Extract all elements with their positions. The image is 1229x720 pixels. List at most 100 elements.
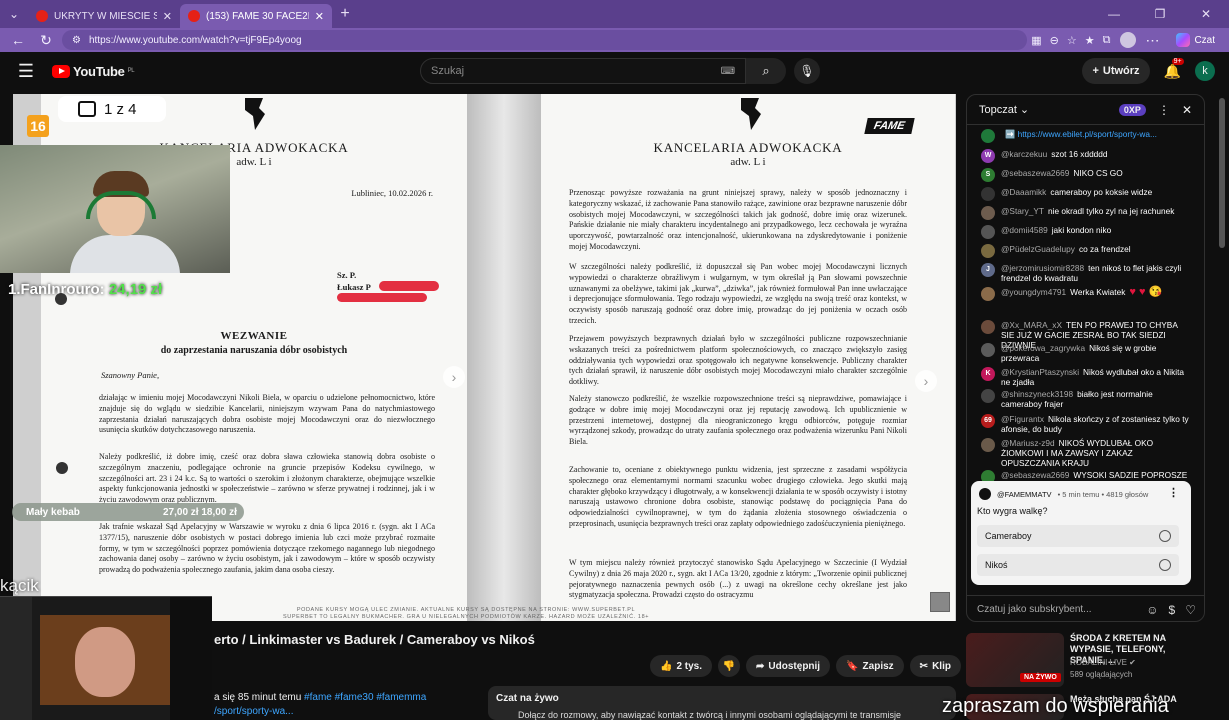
chat-author[interactable]: @Xx_MARA_xX — [1001, 320, 1062, 330]
chat-author[interactable]: @domii4589 — [1001, 225, 1048, 235]
chevron-right-icon[interactable]: › — [915, 370, 937, 392]
chat-avatar[interactable]: S — [981, 168, 995, 182]
voice-search-button[interactable]: 🎙 — [794, 58, 820, 84]
chat-message[interactable]: @shinszyneck3198 białko jest normalnie ca… — [981, 389, 1191, 409]
super-chat-icon[interactable]: $ — [1169, 603, 1176, 617]
url-field[interactable]: ⚙ https://www.youtube.com/watch?v=tjF9Ep… — [62, 30, 1028, 50]
chat-author[interactable]: @KrystianPtaszynski — [1001, 367, 1079, 377]
poll-option[interactable]: Nikoś — [977, 554, 1179, 576]
search-input[interactable]: Szukaj ⌨ — [420, 58, 746, 84]
zoom-icon[interactable]: ⊖ — [1050, 34, 1059, 47]
page-scrollbar[interactable] — [1217, 94, 1227, 720]
notifications-button[interactable]: 🔔 9+ — [1164, 57, 1184, 80]
chat-avatar[interactable] — [981, 287, 995, 301]
chat-avatar[interactable]: W — [981, 149, 995, 163]
favorite-icon[interactable]: ☆ — [1067, 34, 1077, 47]
more-vert-icon[interactable]: ⋮ — [1158, 103, 1170, 117]
browser-tab[interactable]: UKRYTY W MIEŚCIE SZYB - YouTu ✕ — [28, 4, 180, 28]
site-info-icon[interactable]: ⚙ — [72, 35, 81, 46]
video-description[interactable]: a się 85 minut temu #fame #fame30 #famem… — [214, 692, 426, 703]
chat-message[interactable]: @Daaamikk cameraboy po koksie widze — [981, 187, 1191, 201]
poll-option[interactable]: Cameraboy — [977, 525, 1179, 547]
scrollbar-thumb[interactable] — [1219, 98, 1225, 248]
live-chat-promo[interactable]: Czat na żywo Dołącz do rozmowy, aby nawi… — [488, 686, 956, 720]
chat-message[interactable]: W @karczekuu szot 16 xddddd — [981, 149, 1191, 163]
chat-avatar[interactable] — [981, 320, 995, 334]
chat-author[interactable]: @youngdym4791 — [1001, 287, 1066, 297]
close-window-icon[interactable]: ✕ — [1183, 7, 1229, 21]
chat-avatar[interactable] — [981, 129, 995, 143]
chat-author[interactable]: @Figurantx — [1001, 414, 1044, 424]
minimize-icon[interactable]: — — [1091, 7, 1137, 21]
keyboard-icon[interactable]: ⌨ — [721, 66, 735, 77]
save-button[interactable]: 🔖 Zapisz — [836, 655, 904, 677]
new-tab-button[interactable]: + — [332, 5, 358, 23]
chat-avatar[interactable] — [981, 343, 995, 357]
apps-icon[interactable]: ▦ — [1031, 34, 1041, 47]
chat-message[interactable]: @youngdym4791 Werka Kwiatek ♥ ♥ 😘 — [981, 287, 1191, 301]
xp-badge[interactable]: 0XP — [1118, 103, 1146, 116]
chat-message[interactable]: J @jerzomirusiomir8288 ten nikoś to flet j… — [981, 263, 1191, 283]
chat-author[interactable]: @pokerowa_zagrywka — [1001, 343, 1085, 353]
chat-avatar[interactable] — [981, 206, 995, 220]
description-link[interactable]: /sport/sporty-wa... — [214, 706, 293, 717]
share-button[interactable]: ➦ Udostępnij — [746, 655, 831, 677]
chevron-right-icon[interactable]: › — [443, 366, 465, 388]
chat-message[interactable]: @pokerowa_zagrywka Nikoś się w grobie prz… — [981, 343, 1191, 363]
chat-author[interactable]: @Daaamikk — [1001, 187, 1046, 197]
like-button[interactable]: 👍 2 tys. — [650, 655, 713, 677]
chat-message[interactable]: ➡️ https://www.ebilet.pl/sport/sporty-wa… — [981, 129, 1191, 143]
chat-avatar[interactable]: 69 — [981, 414, 995, 428]
more-icon[interactable]: ⋯ — [1140, 28, 1164, 52]
chat-link[interactable]: ➡️ https://www.ebilet.pl/sport/sporty-wa… — [1005, 129, 1157, 139]
menu-icon[interactable]: ☰ — [0, 61, 52, 82]
clip-button[interactable]: ✂ Klip — [909, 655, 961, 677]
account-avatar[interactable]: k — [1195, 61, 1215, 81]
rec-channel[interactable]: ROBALINI LIVE ✔ — [1070, 658, 1136, 667]
close-tab-icon[interactable]: ✕ — [163, 10, 172, 23]
chat-avatar[interactable] — [981, 187, 995, 201]
youtube-logo[interactable]: YouTube PL — [52, 64, 135, 79]
chat-message[interactable]: 69 @Figurantx Nikola skończy z of zostanie… — [981, 414, 1191, 434]
chat-message[interactable]: @PüdelzGuadelupy co za frendzel — [981, 244, 1191, 258]
chat-author[interactable]: @karczekuu — [1001, 149, 1047, 159]
chat-author[interactable]: @shinszyneck3198 — [1001, 389, 1073, 399]
collections-icon[interactable]: ⧉ — [1103, 34, 1111, 47]
chat-message[interactable]: K @KrystianPtaszynski Nikoś wydlubał oko a… — [981, 367, 1191, 387]
chat-input[interactable]: Czatuj jako subskrybent... — [977, 604, 1136, 615]
favorites-icon[interactable]: ★ — [1085, 34, 1095, 47]
emoji-icon[interactable]: ☺ — [1146, 603, 1158, 617]
recommended-video[interactable]: NA ŻYWO ŚRODA Z KRETEM NA WYPASIE, TELEF… — [966, 633, 1206, 687]
browser-tab-active[interactable]: (153) FAME 30 FACE2FACE: Wiewió ✕ — [180, 4, 332, 28]
chat-avatar[interactable] — [981, 438, 995, 452]
chat-author[interactable]: @PüdelzGuadelupy — [1001, 244, 1075, 254]
chat-mode-selector[interactable]: Topczat — [979, 104, 1017, 116]
chat-message[interactable]: @Stary_YT nie okradl tylko zyl na jej rac… — [981, 206, 1191, 220]
heart-icon[interactable]: ♡ — [1185, 603, 1196, 617]
close-icon[interactable]: ✕ — [1182, 103, 1192, 117]
dislike-button[interactable]: 👎 — [718, 655, 741, 677]
more-vert-icon[interactable]: ⋮ — [1168, 486, 1179, 499]
copilot-button[interactable]: Czat — [1168, 33, 1223, 47]
description-tags[interactable]: #fame #fame30 #famemma — [304, 692, 426, 703]
tab-actions-icon[interactable]: ⌄ — [0, 0, 28, 28]
back-icon[interactable]: ← — [6, 28, 30, 52]
chat-message[interactable]: @domii4589 jaki kondon niko — [981, 225, 1191, 239]
chat-author[interactable]: @Stary_YT — [1001, 206, 1044, 216]
chat-avatar[interactable]: J — [981, 263, 995, 277]
profile-avatar[interactable] — [1120, 32, 1137, 48]
reload-icon[interactable]: ↻ — [34, 28, 58, 52]
search-button[interactable]: ⌕ — [746, 58, 786, 84]
chat-avatar[interactable] — [981, 244, 995, 258]
chat-avatar[interactable] — [981, 389, 995, 403]
chevron-down-icon[interactable]: ⌄ — [1020, 103, 1029, 116]
close-tab-icon[interactable]: ✕ — [315, 10, 324, 23]
create-button[interactable]: + Utwórz — [1082, 58, 1150, 84]
chat-author[interactable]: @sebaszewa2669 — [1001, 168, 1069, 178]
chat-message[interactable]: @Mariusz-z9d NIKOŚ WYDLUBAŁ OKO ŻIOMKOWI … — [981, 438, 1191, 468]
chat-avatar[interactable] — [981, 225, 995, 239]
chat-author[interactable]: @Mariusz-z9d — [1001, 438, 1055, 448]
chat-author[interactable]: @jerzomirusiomir8288 — [1001, 263, 1084, 273]
chat-message[interactable]: S @sebaszewa2669 NIKO CS GO — [981, 168, 1191, 182]
maximize-icon[interactable]: ❐ — [1137, 7, 1183, 21]
